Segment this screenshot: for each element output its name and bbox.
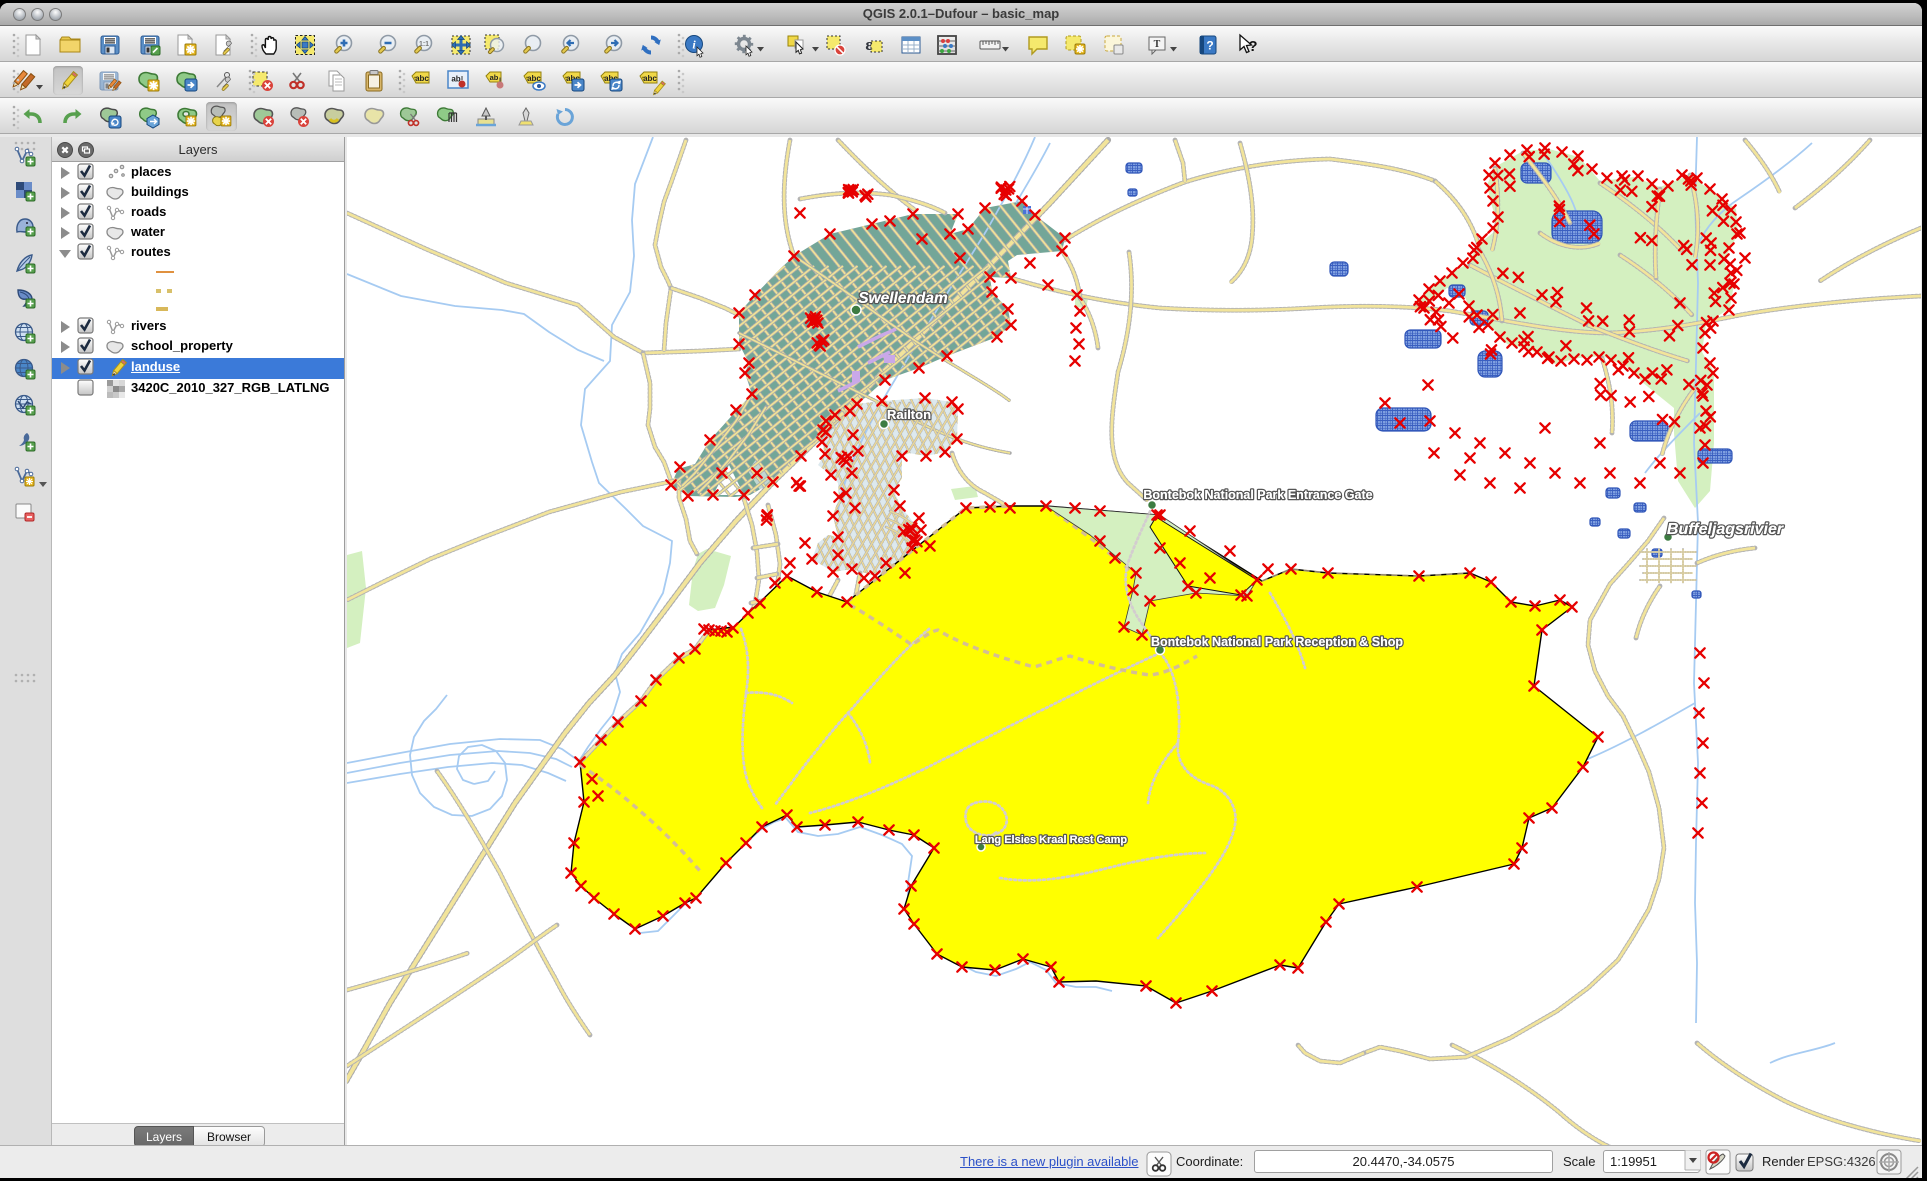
svg-text:1:1: 1:1: [419, 41, 429, 48]
svg-text:ab: ab: [490, 73, 499, 82]
svg-text:ε: ε: [865, 35, 872, 54]
svg-text:Lang Elsies Kraal Rest Camp: Lang Elsies Kraal Rest Camp: [975, 834, 1128, 846]
svg-text:?: ?: [1206, 39, 1213, 53]
svg-text:abc: abc: [643, 74, 657, 83]
svg-text:Railton: Railton: [887, 407, 931, 422]
svg-text:abc: abc: [415, 74, 429, 83]
svg-text:Bontebok National Park Entranc: Bontebok National Park Entrance Gate: [1143, 488, 1372, 502]
svg-text:Swellendam: Swellendam: [858, 290, 948, 307]
svg-text:T: T: [1154, 39, 1161, 50]
svg-text:?: ?: [1248, 38, 1257, 55]
svg-text:Buffeljagsrivier: Buffeljagsrivier: [1667, 521, 1784, 538]
svg-text:Bontebok National Park Recepti: Bontebok National Park Reception & Shop: [1151, 635, 1403, 649]
